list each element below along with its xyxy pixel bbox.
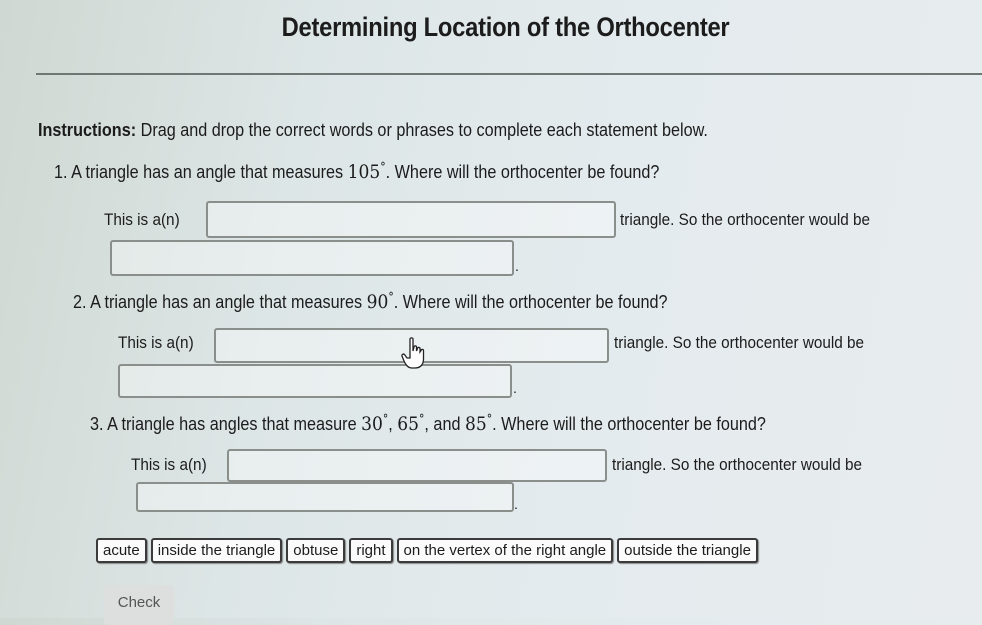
instructions-label: Instructions: bbox=[38, 120, 137, 140]
word-chip-inside-the-triangle[interactable]: inside the triangle bbox=[150, 538, 283, 563]
question-3-angle-c: 85° bbox=[464, 412, 493, 435]
q2-location-drop-zone[interactable] bbox=[118, 364, 512, 398]
question-1-prefix: 1. A triangle has an angle that measures bbox=[54, 162, 348, 182]
question-3: 3. A triangle has angles that measure 30… bbox=[90, 412, 766, 435]
instructions: Instructions: Drag and drop the correct … bbox=[38, 120, 708, 141]
q2-statement-mid: triangle. So the orthocenter would be bbox=[614, 333, 865, 352]
question-2: 2. A triangle has an angle that measures… bbox=[73, 290, 668, 313]
question-3-angle-b: 65° bbox=[397, 412, 425, 435]
q1-statement-mid: triangle. So the orthocenter would be bbox=[620, 210, 871, 229]
q1-triangle-type-drop-zone[interactable] bbox=[206, 201, 616, 238]
question-1: 1. A triangle has an angle that measures… bbox=[54, 160, 659, 183]
page-title: Determining Location of the Orthocenter bbox=[281, 12, 730, 42]
q3-statement-mid: triangle. So the orthocenter would be bbox=[612, 455, 863, 474]
question-2-prefix: 2. A triangle has an angle that measures bbox=[73, 292, 367, 312]
question-3-angle-a: 30° bbox=[361, 412, 389, 435]
q1-statement-start: This is a(n) bbox=[104, 210, 180, 229]
check-button[interactable]: Check bbox=[104, 585, 174, 625]
question-3-prefix: 3. A triangle has angles that measure bbox=[90, 414, 362, 434]
q3-location-drop-zone[interactable] bbox=[136, 482, 514, 512]
word-chip-obtuse[interactable]: obtuse bbox=[286, 538, 346, 563]
question-1-suffix: . Where will the orthocenter be found? bbox=[385, 162, 660, 182]
word-chip-acute[interactable]: acute bbox=[96, 538, 147, 563]
word-bank: acute inside the triangle obtuse right o… bbox=[96, 538, 758, 563]
question-2-angle: 90° bbox=[366, 290, 394, 313]
q1-period: . bbox=[515, 258, 519, 274]
q3-triangle-type-drop-zone[interactable] bbox=[227, 449, 607, 482]
q1-location-drop-zone[interactable] bbox=[110, 240, 514, 276]
question-3-suffix: . Where will the orthocenter be found? bbox=[492, 414, 766, 434]
q2-period: . bbox=[513, 380, 517, 396]
question-2-suffix: . Where will the orthocenter be found? bbox=[393, 292, 668, 312]
instructions-text: Drag and drop the correct words or phras… bbox=[136, 120, 708, 140]
question-1-angle: 105° bbox=[347, 160, 386, 183]
title-divider bbox=[36, 73, 982, 75]
q3-period: . bbox=[514, 496, 518, 512]
word-chip-outside-the-triangle[interactable]: outside the triangle bbox=[617, 538, 758, 563]
hand-pointer-icon bbox=[401, 337, 425, 369]
q2-statement-start: This is a(n) bbox=[118, 333, 194, 352]
q3-statement-start: This is a(n) bbox=[131, 455, 207, 474]
word-chip-right[interactable]: right bbox=[349, 538, 393, 563]
word-chip-on-the-vertex-of-the-right-angle[interactable]: on the vertex of the right angle bbox=[396, 538, 614, 563]
